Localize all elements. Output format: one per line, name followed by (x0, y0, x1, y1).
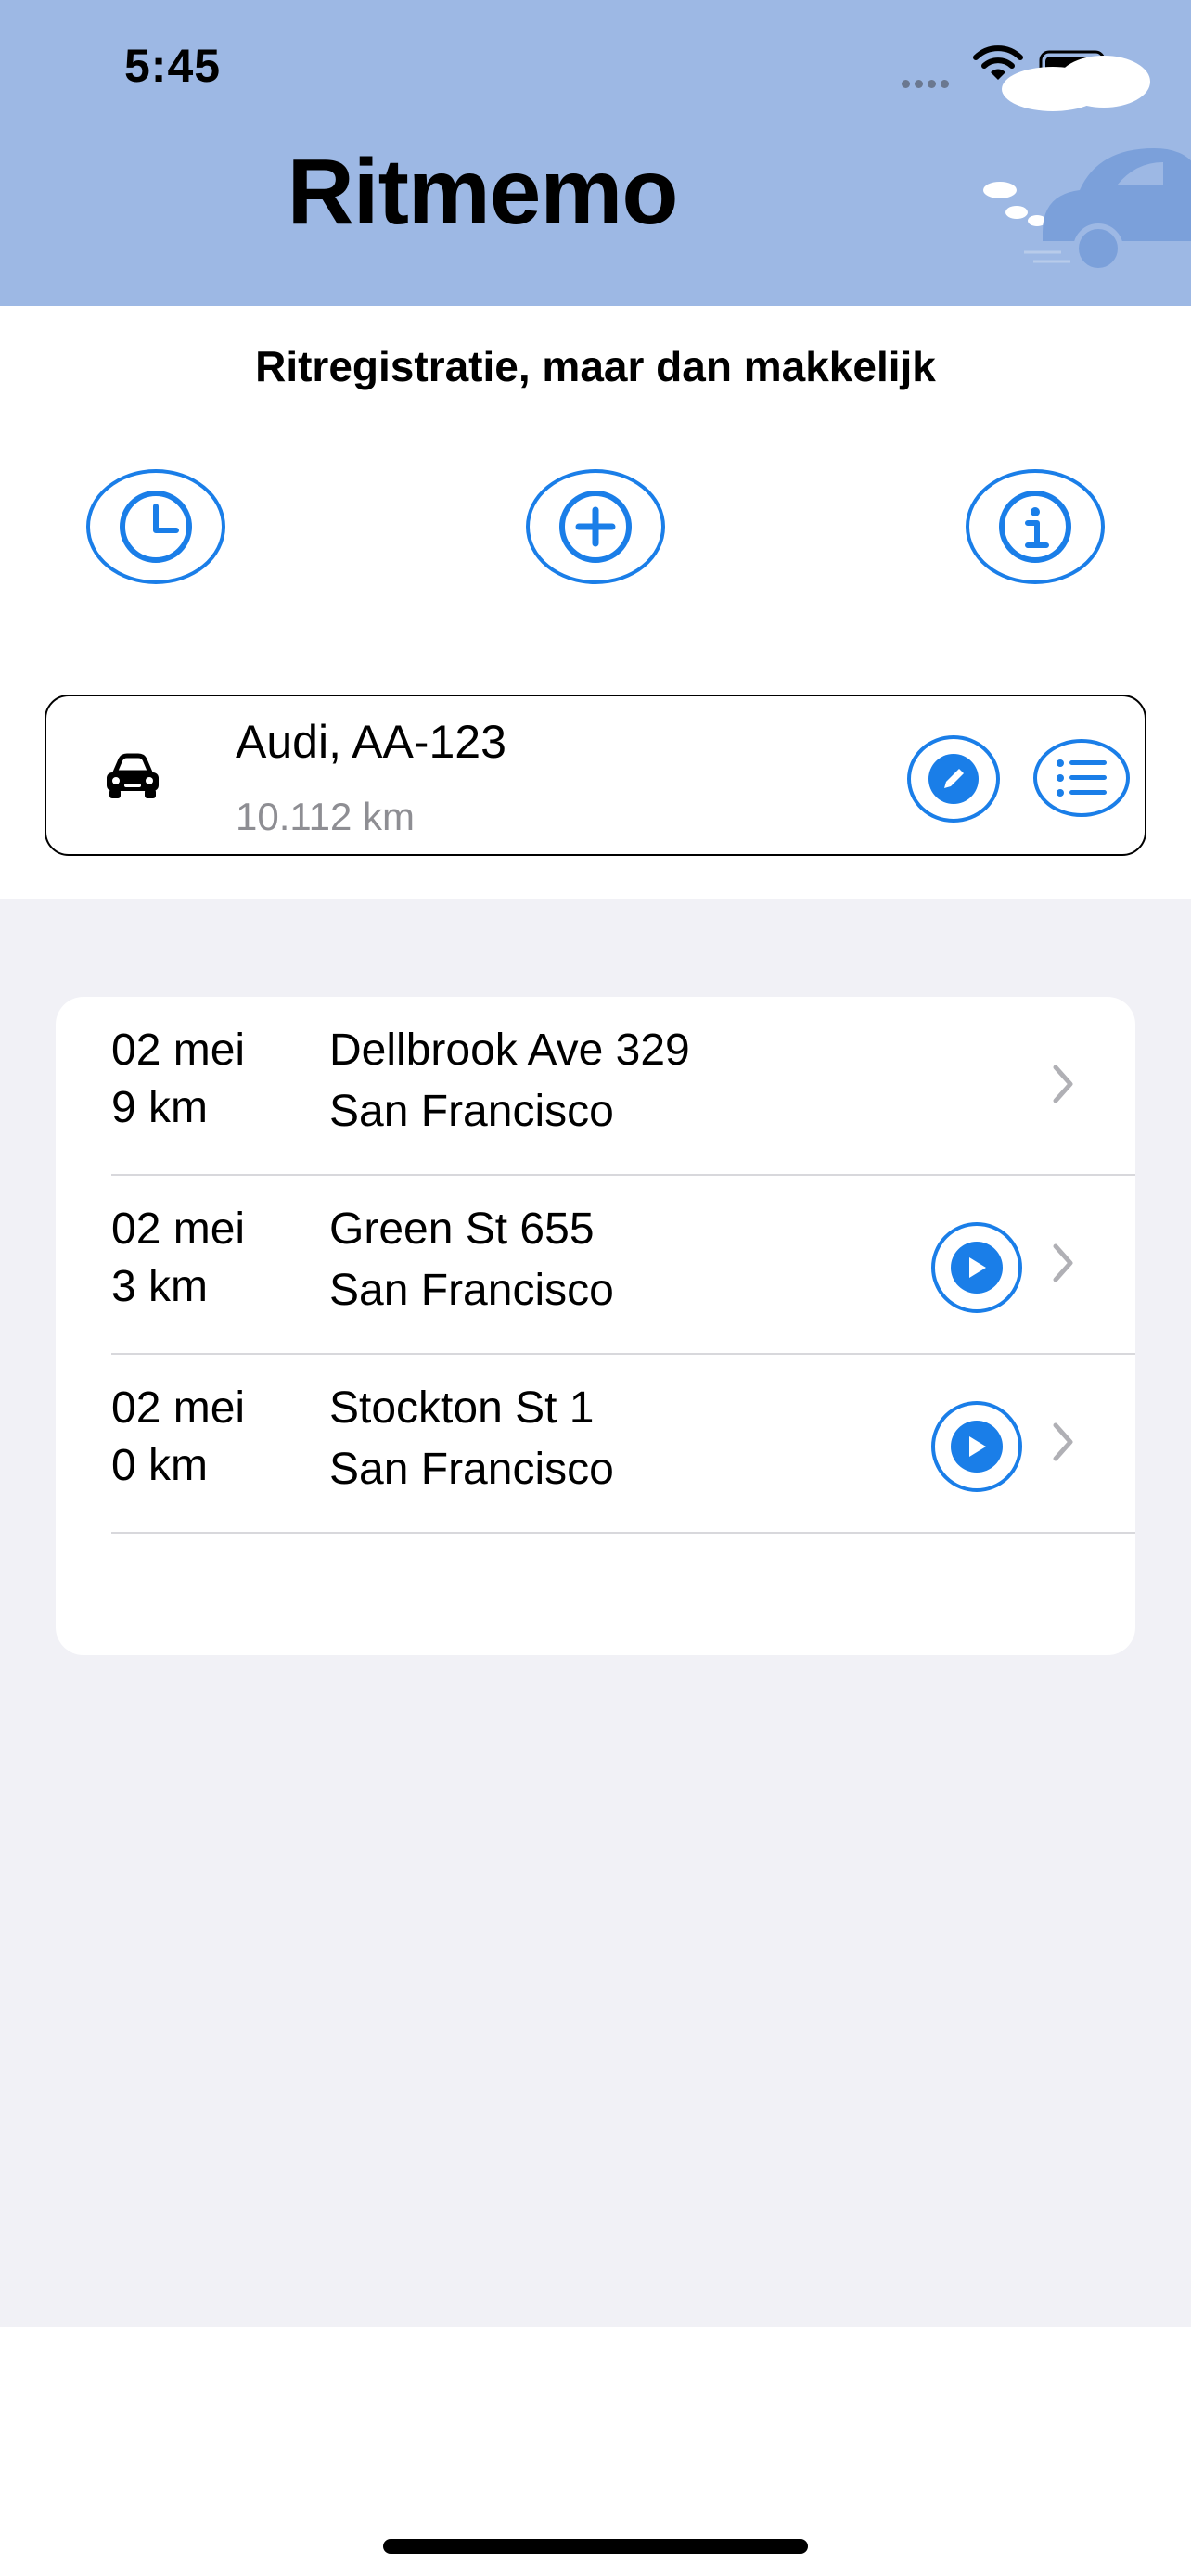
cloud-decoration (1057, 56, 1150, 108)
trip-date: 02 mei (111, 1205, 246, 1254)
car-illustration-icon (1024, 148, 1191, 274)
trip-city: San Francisco (329, 1266, 614, 1315)
chevron-right-icon (1053, 1422, 1073, 1461)
vehicle-card[interactable]: Audi, AA-123 10.112 km (45, 695, 1146, 856)
trip-row[interactable]: 02 mei 0 km Stockton St 1 San Francisco (56, 1355, 1135, 1534)
trip-distance: 3 km (111, 1262, 209, 1311)
status-time: 5:45 (124, 40, 222, 92)
play-icon (951, 1242, 1003, 1294)
trip-street: Dellbrook Ave 329 (329, 1026, 690, 1075)
clock-icon (120, 491, 192, 563)
info-icon (999, 491, 1071, 563)
tagline: Ritregistratie, maar dan makkelijk (255, 342, 936, 390)
trip-street: Stockton St 1 (329, 1384, 595, 1433)
trip-date: 02 mei (111, 1026, 246, 1075)
pencil-circle-icon (928, 754, 979, 804)
app-header: 5:45 Ritmemo (0, 0, 1191, 306)
vehicle-list-button[interactable] (1033, 739, 1130, 817)
trip-list: 02 mei 9 km Dellbrook Ave 329 San Franci… (56, 997, 1135, 1655)
edit-vehicle-button[interactable] (907, 735, 1000, 823)
play-route-button[interactable] (931, 1222, 1022, 1313)
play-route-button[interactable] (931, 1401, 1022, 1492)
vehicle-odometer: 10.112 km (236, 795, 415, 838)
trip-distance: 0 km (111, 1441, 209, 1490)
cellular-signal-icon (902, 76, 954, 93)
chevron-right-icon (1053, 1065, 1073, 1103)
add-trip-button[interactable] (526, 469, 665, 584)
list-icon (1057, 759, 1107, 797)
trip-city: San Francisco (329, 1087, 614, 1136)
info-button[interactable] (966, 469, 1105, 584)
vehicle-name: Audi, AA-123 (236, 716, 506, 768)
app-title: Ritmemo (287, 140, 679, 244)
trip-row[interactable]: 02 mei 9 km Dellbrook Ave 329 San Franci… (56, 997, 1135, 1176)
car-icon (107, 753, 159, 798)
history-button[interactable] (86, 469, 225, 584)
trip-distance: 9 km (111, 1083, 209, 1132)
trip-street: Green St 655 (329, 1205, 595, 1254)
chevron-right-icon (1053, 1243, 1073, 1282)
plus-circle-icon (559, 491, 632, 563)
row-divider (111, 1532, 1135, 1534)
trip-row[interactable]: 02 mei 3 km Green St 655 San Francisco (56, 1176, 1135, 1355)
trip-city: San Francisco (329, 1445, 614, 1494)
trip-date: 02 mei (111, 1384, 246, 1433)
play-icon (951, 1421, 1003, 1473)
home-indicator[interactable] (383, 2539, 808, 2554)
